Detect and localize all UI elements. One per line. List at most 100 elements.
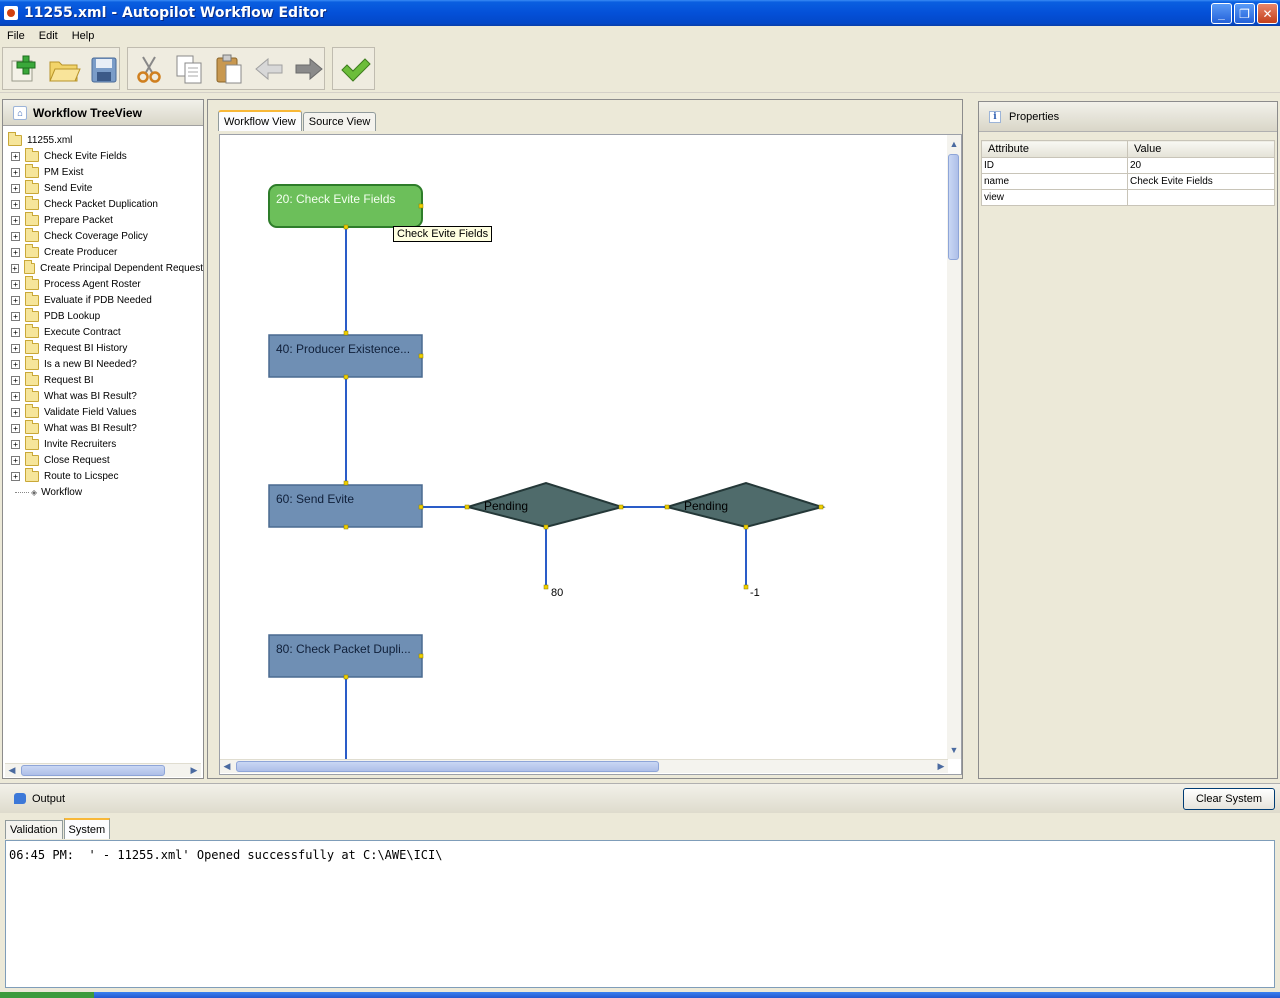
tree-item[interactable]: + Invite Recruiters [3, 435, 203, 452]
save-button[interactable] [87, 52, 121, 86]
tree-item-label: Send Evite [44, 182, 93, 194]
tab-validation[interactable]: Validation [5, 820, 63, 839]
paste-button[interactable] [212, 52, 246, 86]
tree-horizontal-scrollbar[interactable]: ◀ ▶ [5, 763, 201, 777]
scroll-thumb[interactable] [948, 154, 959, 260]
canvas-horizontal-scrollbar[interactable]: ◀ ▶ [220, 759, 948, 773]
menu-file[interactable]: File [0, 30, 32, 42]
minimize-button[interactable]: _ [1211, 3, 1232, 24]
tree-item[interactable]: + Is a new BI Needed? [3, 355, 203, 372]
expand-icon[interactable]: + [11, 407, 20, 417]
folder-icon [25, 195, 39, 210]
column-header-attribute[interactable]: Attribute [981, 140, 1128, 158]
tree-item[interactable]: + Send Evite [3, 179, 203, 196]
start-button[interactable] [0, 992, 94, 998]
tree-item[interactable]: + Create Producer [3, 243, 203, 260]
copy-button[interactable] [172, 52, 206, 86]
copy-icon [176, 55, 202, 83]
file-toolbar-group [2, 47, 120, 90]
expand-icon[interactable]: + [11, 151, 20, 161]
properties-table: Attribute Value ID 20 name Check Evite F… [981, 140, 1275, 206]
close-button[interactable]: ✕ [1257, 3, 1278, 24]
tab-workflow-view[interactable]: Workflow View [218, 110, 302, 131]
tree-root[interactable]: 11255.xml [3, 132, 203, 148]
tree-item[interactable]: + What was BI Result? [3, 387, 203, 404]
output-console[interactable]: 06:45 PM: ' - 11255.xml' Opened successf… [5, 840, 1275, 988]
scroll-thumb[interactable] [21, 765, 165, 776]
table-row[interactable]: view [981, 189, 1275, 206]
scroll-right-icon[interactable]: ▶ [187, 764, 201, 778]
value-cell[interactable]: Check Evite Fields [1127, 173, 1275, 190]
expand-icon[interactable]: + [11, 167, 20, 177]
expand-icon[interactable]: + [11, 183, 20, 193]
open-button[interactable] [47, 52, 81, 86]
tree-item[interactable]: + Evaluate if PDB Needed [3, 291, 203, 308]
edit-toolbar-group [127, 47, 325, 90]
tree-item[interactable]: + PM Exist [3, 163, 203, 180]
folder-icon [25, 291, 39, 306]
expand-icon[interactable]: + [11, 471, 20, 481]
expand-icon[interactable]: + [11, 231, 20, 241]
tree-item[interactable]: + Check Packet Duplication [3, 195, 203, 212]
tree-item[interactable]: + Process Agent Roster [3, 275, 203, 292]
scroll-thumb[interactable] [236, 761, 659, 772]
expand-icon[interactable]: + [11, 327, 20, 337]
forward-button[interactable] [292, 52, 326, 86]
expand-icon[interactable]: + [11, 279, 20, 289]
expand-icon[interactable]: + [11, 247, 20, 257]
attribute-cell: name [981, 173, 1128, 190]
tab-system[interactable]: System [63, 818, 111, 839]
folder-icon [25, 419, 39, 434]
tree-item[interactable]: + Check Evite Fields [3, 147, 203, 164]
tree-item[interactable]: + Route to Licspec [3, 467, 203, 484]
scroll-left-icon[interactable]: ◀ [220, 760, 234, 774]
value-cell[interactable] [1127, 189, 1275, 206]
canvas-vertical-scrollbar[interactable]: ▲ ▼ [947, 135, 961, 759]
validate-button[interactable] [337, 52, 371, 86]
table-row[interactable]: ID 20 [981, 157, 1275, 174]
tree-item[interactable]: + Request BI History [3, 339, 203, 356]
speech-bubble-icon [14, 793, 26, 804]
tree-item[interactable]: + Request BI [3, 371, 203, 388]
tree-item-label: PDB Lookup [44, 310, 101, 322]
tree-item[interactable]: + Execute Contract [3, 323, 203, 340]
tree-item[interactable]: + Validate Field Values [3, 403, 203, 420]
scroll-up-icon[interactable]: ▲ [947, 137, 961, 151]
expand-icon[interactable]: + [11, 295, 20, 305]
back-button[interactable] [252, 52, 286, 86]
expand-icon[interactable]: + [11, 343, 20, 353]
expand-icon[interactable]: + [11, 215, 20, 225]
expand-icon[interactable]: + [11, 423, 20, 433]
tab-source-view[interactable]: Source View [302, 112, 377, 131]
expand-icon[interactable]: + [11, 359, 20, 369]
expand-icon[interactable]: + [11, 311, 20, 321]
column-header-value[interactable]: Value [1127, 140, 1275, 158]
cut-button[interactable] [132, 52, 166, 86]
expand-icon[interactable]: + [11, 375, 20, 385]
open-folder-icon [49, 61, 81, 81]
expand-icon[interactable]: + [11, 439, 20, 449]
value-cell[interactable]: 20 [1127, 157, 1275, 174]
menu-help[interactable]: Help [65, 30, 102, 42]
tree-item[interactable]: + Prepare Packet [3, 211, 203, 228]
tree-item[interactable]: + What was BI Result? [3, 419, 203, 436]
scroll-left-icon[interactable]: ◀ [5, 764, 19, 778]
expand-icon[interactable]: + [11, 263, 19, 273]
tree-item[interactable]: + PDB Lookup [3, 307, 203, 324]
tree-item-label: Evaluate if PDB Needed [44, 294, 152, 306]
workflow-canvas[interactable]: 20: Check Evite Fields 40: Producer Exis… [219, 134, 962, 775]
expand-icon[interactable]: + [11, 199, 20, 209]
menu-edit[interactable]: Edit [32, 30, 65, 42]
clear-system-button[interactable]: Clear System [1182, 788, 1275, 810]
scroll-down-icon[interactable]: ▼ [947, 743, 961, 757]
tree-item[interactable]: + Check Coverage Policy [3, 227, 203, 244]
tree-leaf-workflow[interactable]: ◈ Workflow [3, 484, 203, 500]
expand-icon[interactable]: + [11, 391, 20, 401]
table-row[interactable]: name Check Evite Fields [981, 173, 1275, 190]
expand-icon[interactable]: + [11, 455, 20, 465]
scroll-right-icon[interactable]: ▶ [934, 760, 948, 774]
tree-item[interactable]: + Create Principal Dependent Request [3, 259, 203, 276]
maximize-button[interactable]: ❐ [1234, 3, 1255, 24]
new-button[interactable] [7, 52, 41, 86]
tree-item[interactable]: + Close Request [3, 451, 203, 468]
